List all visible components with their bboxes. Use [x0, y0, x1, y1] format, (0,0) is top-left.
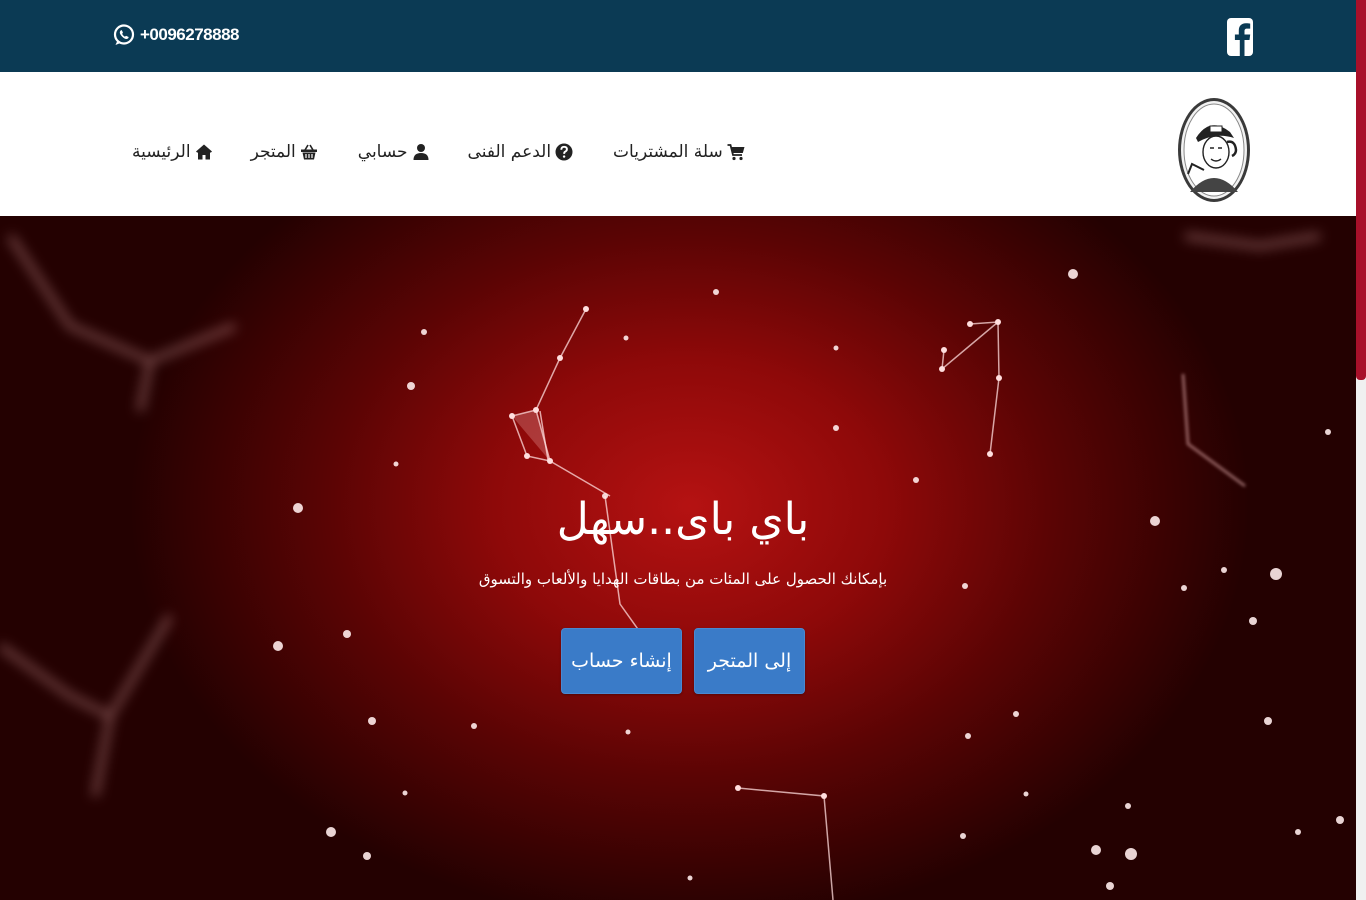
nav-home[interactable]: الرئيسية: [132, 142, 213, 162]
nav-home-label: الرئيسية: [132, 142, 191, 162]
go-to-store-button[interactable]: إلى المتجر: [694, 628, 805, 694]
basket-icon: [300, 144, 317, 160]
user-icon: [413, 144, 429, 160]
hero-title: باي باى..سهل: [556, 494, 811, 545]
home-icon: [195, 144, 212, 160]
nav-account[interactable]: حسابي: [358, 142, 430, 162]
nav-store-label: المتجر: [250, 142, 296, 162]
top-bar: +0096278888: [0, 0, 1356, 72]
question-icon: [555, 143, 573, 161]
cart-icon: [727, 144, 745, 161]
facebook-icon: [1227, 18, 1253, 56]
hero-subtitle: بإمكانك الحصول على المئات من بطاقات الهد…: [478, 570, 888, 588]
phone-number: +0096278888: [140, 25, 239, 44]
nav-cart[interactable]: سلة المشتريات: [613, 142, 745, 162]
nav-menu: الرئيسية المتجر حسابي الدعم الفنى سلة ال…: [132, 138, 745, 166]
scrollbar-thumb[interactable]: [1356, 0, 1366, 380]
nav-cart-label: سلة المشتريات: [613, 142, 723, 162]
facebook-link[interactable]: [1227, 18, 1253, 56]
hero-section: باي باى..سهل بإمكانك الحصول على المئات م…: [0, 216, 1356, 900]
site-logo[interactable]: [1176, 96, 1252, 204]
nav-support[interactable]: الدعم الفنى: [468, 142, 574, 162]
nav-store[interactable]: المتجر: [251, 142, 318, 162]
nav-support-label: الدعم الفنى: [467, 142, 552, 162]
whatsapp-phone-link[interactable]: +0096278888: [112, 20, 239, 50]
constellation-background: [0, 232, 1344, 900]
create-account-button[interactable]: إنشاء حساب: [561, 628, 682, 694]
main-navbar: الرئيسية المتجر حسابي الدعم الفنى سلة ال…: [0, 72, 1356, 216]
whatsapp-icon: [113, 24, 135, 45]
nav-account-label: حسابي: [357, 142, 408, 162]
